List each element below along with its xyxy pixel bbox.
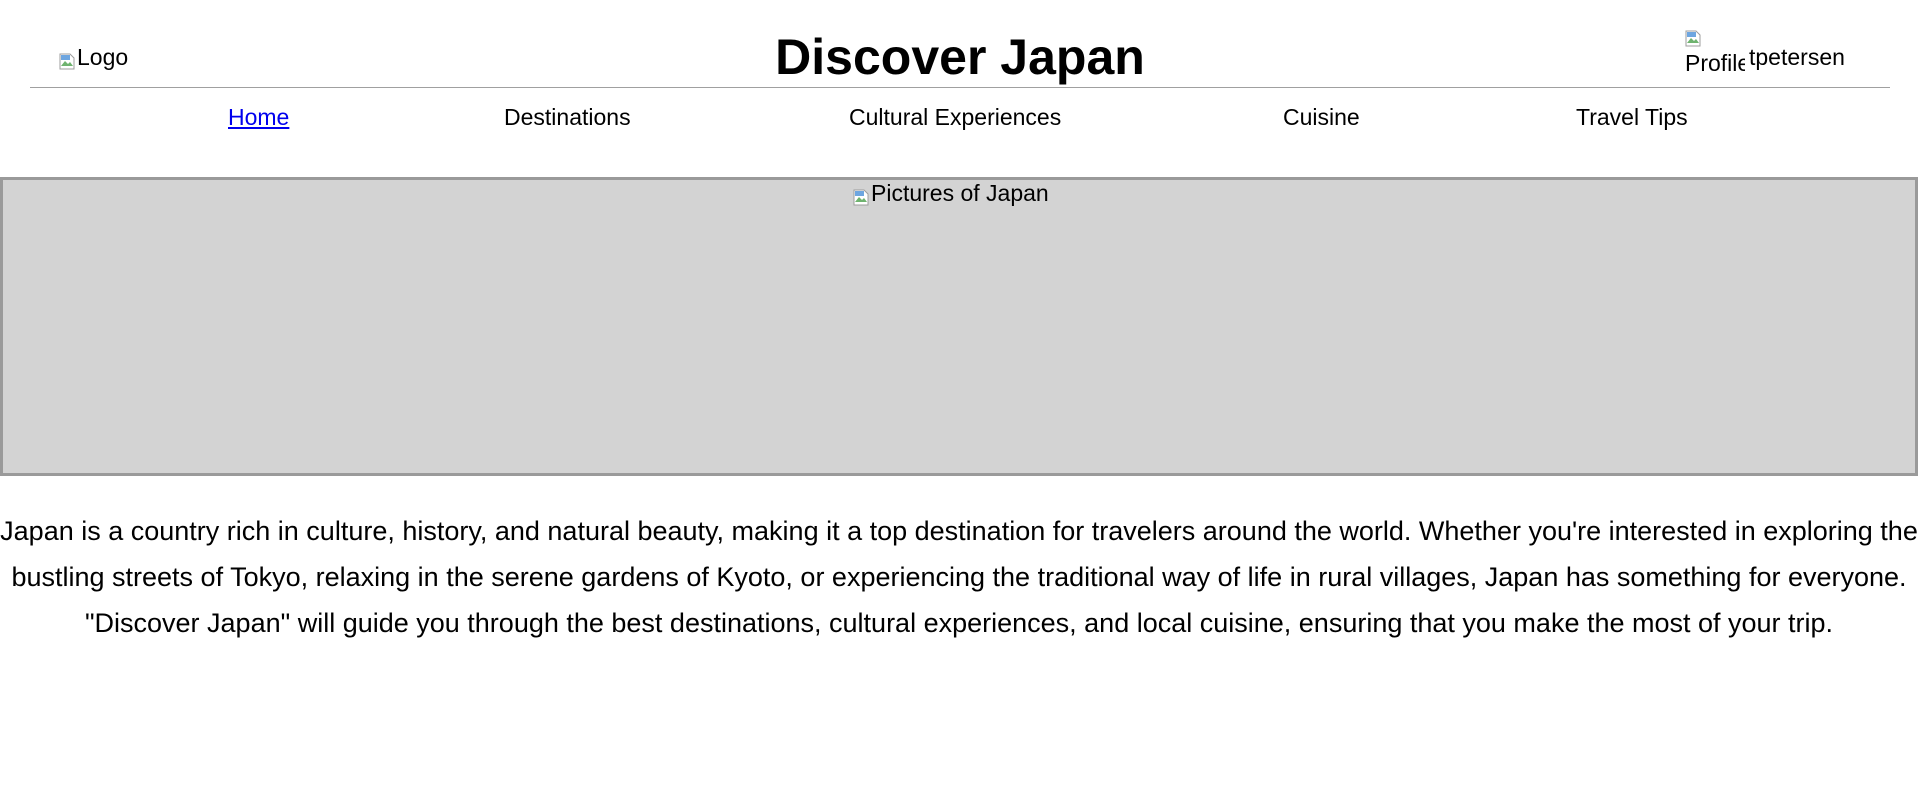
hero-image: Pictures of Japan	[853, 180, 1049, 206]
user-profile[interactable]: Profile tpetersen	[1685, 28, 1845, 76]
nav-item-home[interactable]: Home	[228, 102, 289, 132]
avatar[interactable]: Profile	[1685, 28, 1745, 76]
site-title-text: Discover Japan	[775, 29, 1145, 85]
hero-banner	[0, 177, 1918, 476]
hero-image-alt-text: Pictures of Japan	[871, 180, 1049, 206]
site-header: Logo Discover Japan Profile tpetersen	[30, 0, 1890, 88]
avatar-alt-text: Profile	[1685, 50, 1745, 76]
nav-item-destinations[interactable]: Destinations	[504, 102, 631, 132]
broken-image-icon	[853, 185, 869, 205]
main-nav: Home Destinations Cultural Experiences C…	[0, 102, 1918, 132]
intro-paragraph: Japan is a country rich in culture, hist…	[0, 516, 1918, 638]
nav-item-travel-tips[interactable]: Travel Tips	[1576, 102, 1688, 132]
nav-item-cultural-experiences[interactable]: Cultural Experiences	[849, 102, 1061, 132]
site-title: Discover Japan	[30, 27, 1890, 87]
broken-image-icon	[59, 49, 75, 69]
logo-alt-text: Logo	[77, 44, 129, 70]
broken-image-icon	[1685, 28, 1701, 47]
username[interactable]: tpetersen	[1749, 44, 1845, 71]
nav-item-cuisine[interactable]: Cuisine	[1283, 102, 1360, 132]
logo[interactable]: Logo	[59, 44, 128, 70]
